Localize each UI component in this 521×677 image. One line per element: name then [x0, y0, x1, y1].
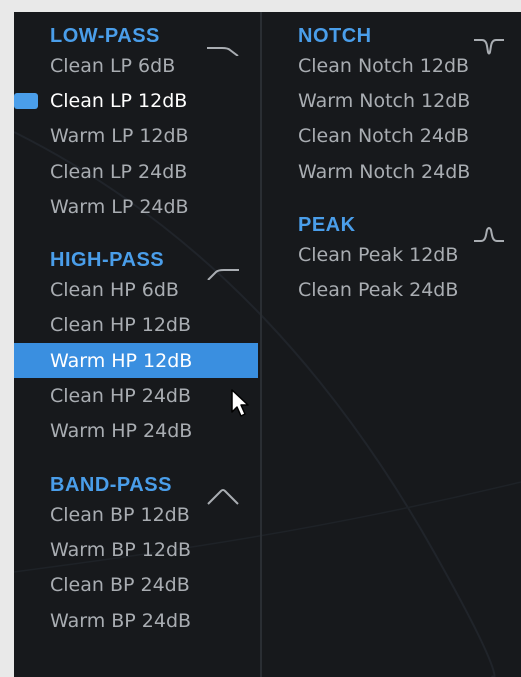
section-notch: NOTCH Clean Notch 12dB Warm Notch 12dB C…	[262, 12, 521, 189]
item-label: Clean Peak 12dB	[298, 243, 459, 266]
menu-item-warm-lp-12db[interactable]: Warm LP 12dB	[14, 119, 260, 154]
right-column: NOTCH Clean Notch 12dB Warm Notch 12dB C…	[262, 12, 521, 308]
item-label: Clean BP 12dB	[50, 503, 190, 526]
section-title: NOTCH	[298, 25, 372, 47]
menu-item-clean-lp-12db[interactable]: Clean LP 12dB	[14, 83, 260, 118]
item-label: Clean BP 24dB	[50, 574, 190, 597]
menu-item-warm-hp-24db[interactable]: Warm HP 24dB	[14, 414, 260, 449]
section-header: BAND-PASS	[14, 461, 260, 505]
menu-item-clean-peak-24db[interactable]: Clean Peak 24dB	[262, 272, 521, 307]
section-title: BAND-PASS	[50, 473, 172, 496]
section-title: PEAK	[298, 214, 356, 237]
active-indicator	[14, 92, 38, 109]
filter-type-menu: LOW-PASS Clean LP 6dB Clean LP 12dB Warm…	[14, 12, 521, 677]
item-label: Warm HP 24dB	[50, 420, 193, 443]
section-header: PEAK	[262, 201, 521, 243]
item-label: Clean Notch 24dB	[298, 125, 470, 148]
menu-item-warm-notch-12db[interactable]: Warm Notch 12dB	[262, 83, 521, 118]
menu-item-clean-lp-6db[interactable]: Clean LP 6dB	[14, 48, 260, 83]
section-band-pass: BAND-PASS Clean BP 12dB Warm BP 12dB Cle…	[14, 461, 260, 638]
item-label: Clean HP 6dB	[50, 279, 179, 302]
item-label: Clean HP 12dB	[50, 314, 192, 337]
menu-item-warm-bp-12db[interactable]: Warm BP 12dB	[14, 532, 260, 567]
item-label: Warm LP 24dB	[50, 195, 189, 218]
section-header: NOTCH	[262, 12, 521, 55]
menu-item-clean-bp-12db[interactable]: Clean BP 12dB	[14, 497, 260, 532]
menu-item-clean-notch-12db[interactable]: Clean Notch 12dB	[262, 48, 521, 83]
item-label: Warm BP 24dB	[50, 609, 192, 632]
menu-item-clean-lp-24db[interactable]: Clean LP 24dB	[14, 154, 260, 189]
mouse-pointer-icon	[231, 389, 249, 417]
item-label: Clean LP 6dB	[50, 54, 176, 77]
item-label: Clean Notch 12dB	[298, 54, 470, 77]
menu-item-clean-hp-12db[interactable]: Clean HP 12dB	[14, 308, 260, 343]
item-label: Warm Notch 24dB	[298, 160, 471, 183]
menu-item-clean-notch-24db[interactable]: Clean Notch 24dB	[262, 119, 521, 154]
section-header: HIGH-PASS	[14, 236, 260, 281]
menu-item-clean-hp-6db[interactable]: Clean HP 6dB	[14, 272, 260, 307]
section-high-pass: HIGH-PASS Clean HP 6dB Clean HP 12dB War…	[14, 236, 260, 448]
section-title: LOW-PASS	[50, 25, 160, 47]
item-label: Warm HP 12dB	[50, 349, 193, 372]
item-label: Clean LP 12dB	[50, 89, 188, 112]
menu-item-clean-hp-24db[interactable]: Clean HP 24dB	[14, 378, 260, 413]
item-label: Warm LP 12dB	[50, 125, 189, 148]
left-column: LOW-PASS Clean LP 6dB Clean LP 12dB Warm…	[14, 12, 260, 638]
menu-item-warm-notch-24db[interactable]: Warm Notch 24dB	[262, 154, 521, 189]
menu-item-clean-peak-12db[interactable]: Clean Peak 12dB	[262, 237, 521, 272]
item-label: Clean LP 24dB	[50, 160, 188, 183]
item-label: Warm Notch 12dB	[298, 89, 471, 112]
menu-item-warm-lp-24db[interactable]: Warm LP 24dB	[14, 189, 260, 224]
section-header: LOW-PASS	[14, 12, 260, 56]
menu-item-clean-bp-24db[interactable]: Clean BP 24dB	[14, 568, 260, 603]
menu-item-warm-bp-24db[interactable]: Warm BP 24dB	[14, 603, 260, 638]
item-label: Clean HP 24dB	[50, 385, 192, 408]
section-peak: PEAK Clean Peak 12dB Clean Peak 24dB	[262, 201, 521, 308]
item-label: Clean Peak 24dB	[298, 279, 459, 302]
section-title: HIGH-PASS	[50, 249, 165, 272]
menu-item-warm-hp-12db[interactable]: Warm HP 12dB	[14, 343, 258, 379]
item-label: Warm BP 12dB	[50, 538, 192, 561]
section-low-pass: LOW-PASS Clean LP 6dB Clean LP 12dB Warm…	[14, 12, 260, 224]
